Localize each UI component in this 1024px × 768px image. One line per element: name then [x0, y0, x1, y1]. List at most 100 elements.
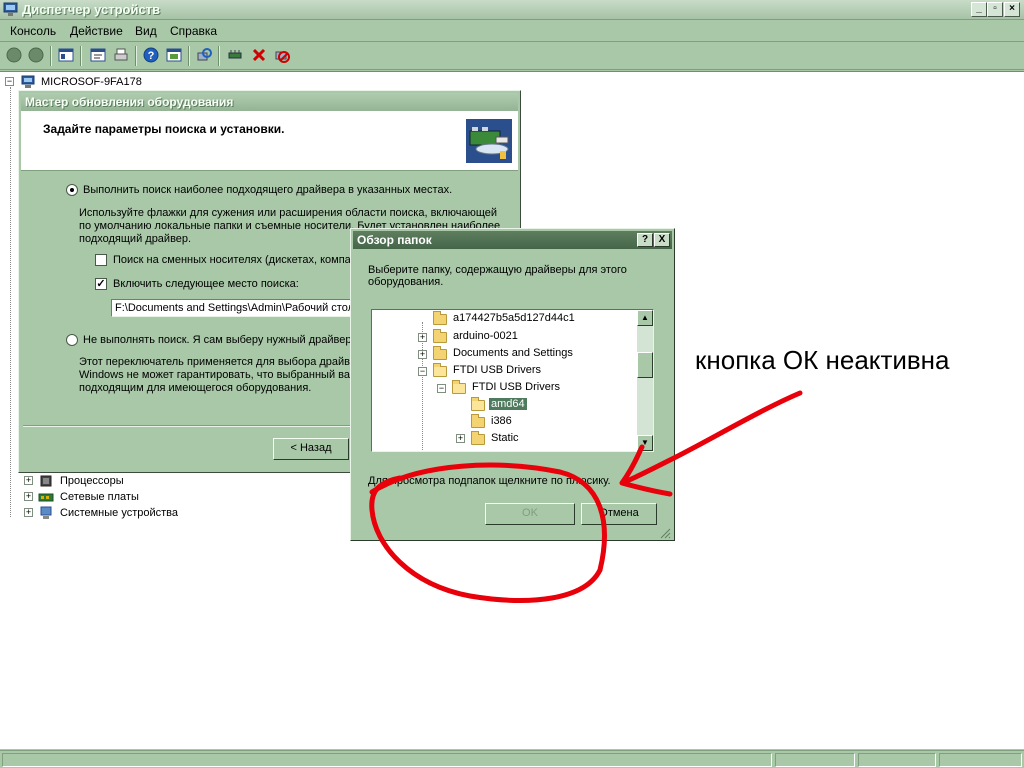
- folder-item[interactable]: FTDI USB Drivers: [453, 364, 541, 376]
- scan-hardware-icon[interactable]: [196, 47, 212, 63]
- browse-hint: Для просмотра подпапок щелкните по плюси…: [368, 475, 611, 487]
- toolbar-separator: [135, 46, 137, 66]
- title-bar: Диспетчер устройств _ ▫ ×: [0, 0, 1024, 20]
- removable-media-label: Поиск на сменных носителях (дискетах, ко…: [113, 254, 351, 266]
- folder-item[interactable]: FTDI USB Drivers: [472, 381, 560, 393]
- expand-processors-toggle[interactable]: +: [24, 476, 33, 485]
- choose-driver-manually-radio[interactable]: [66, 334, 78, 346]
- close-dialog-button[interactable]: X: [654, 233, 670, 247]
- search-location-input[interactable]: F:\Documents and Settings\Admin\Рабочий …: [111, 299, 351, 317]
- tree-item-system-devices[interactable]: Системные устройства: [60, 507, 178, 519]
- restore-button[interactable]: ▫: [987, 2, 1003, 17]
- help-button[interactable]: ?: [637, 233, 653, 247]
- toolbar-separator: [50, 46, 52, 66]
- wizard-header: Задайте параметры поиска и установки.: [21, 111, 518, 171]
- device-manager-icon: [3, 2, 18, 16]
- option1-description-line: Используйте флажки для сужения или расши…: [79, 207, 498, 219]
- browse-prompt-line: оборудования.: [368, 276, 444, 288]
- option2-description-line: Windows не может гарантировать, что выбр…: [79, 369, 350, 381]
- close-button[interactable]: ×: [1004, 2, 1020, 17]
- console-window-icon[interactable]: [166, 47, 182, 63]
- option1-description-line: подходящий драйвер.: [79, 233, 192, 245]
- folder-item-selected[interactable]: amd64: [489, 398, 527, 410]
- system-devices-icon: [40, 506, 52, 519]
- collapse-root-toggle[interactable]: −: [5, 77, 14, 86]
- annotation-text: кнопка ОК неактивна: [695, 345, 950, 375]
- choose-driver-manually-label: Не выполнять поиск. Я сам выберу нужный …: [83, 334, 352, 346]
- wizard-title: Мастер обновления оборудования: [25, 95, 234, 109]
- collapse-folder-toggle[interactable]: −: [418, 367, 427, 376]
- update-driver-icon[interactable]: [228, 47, 244, 63]
- option2-description-line: Этот переключатель применяется для выбор…: [79, 356, 363, 368]
- window-title: Диспетчер устройств: [22, 2, 161, 17]
- scroll-up-arrow[interactable]: ▲: [637, 310, 653, 326]
- folder-icon: [433, 329, 447, 343]
- cancel-button[interactable]: Отмена: [581, 503, 657, 525]
- folder-item[interactable]: i386: [491, 415, 512, 427]
- option2-description-line: подходящим для имеющегося оборудования.: [79, 382, 312, 394]
- uninstall-icon[interactable]: [251, 47, 267, 63]
- open-folder-icon: [433, 363, 447, 377]
- resize-grip-icon[interactable]: [659, 527, 671, 539]
- browse-title: Обзор папок: [357, 233, 432, 247]
- toolbar-separator: [80, 46, 82, 66]
- tree-line: [10, 87, 11, 517]
- browse-for-folder-dialog: Обзор папок ? X Выберите папку, содержащ…: [350, 228, 675, 541]
- scroll-thumb[interactable]: [637, 352, 653, 378]
- expand-folder-toggle[interactable]: +: [418, 333, 427, 342]
- expand-network-toggle[interactable]: +: [24, 492, 33, 501]
- folder-item[interactable]: a174427b5a5d127d44c1: [453, 312, 575, 324]
- status-cell: [858, 753, 936, 767]
- status-bar: [0, 750, 1024, 768]
- back-button[interactable]: < Назад: [273, 438, 349, 460]
- scroll-down-arrow[interactable]: ▼: [637, 435, 653, 451]
- tree-item-processors[interactable]: Процессоры: [60, 475, 124, 487]
- search-best-driver-label: Выполнить поиск наиболее подходящего дра…: [83, 184, 453, 196]
- svg-text:?: ?: [148, 50, 155, 62]
- help-icon[interactable]: ?: [143, 47, 159, 63]
- collapse-folder-toggle[interactable]: −: [437, 384, 446, 393]
- folder-icon: [433, 346, 447, 360]
- back-icon[interactable]: [6, 47, 22, 63]
- folder-icon: [471, 431, 485, 445]
- folder-icon: [433, 311, 447, 325]
- folder-icon: [471, 414, 485, 428]
- folder-item[interactable]: Static: [491, 432, 519, 444]
- browse-title-bar: Обзор папок ? X: [353, 231, 672, 249]
- status-cell: [2, 753, 772, 767]
- expand-folder-toggle[interactable]: +: [418, 350, 427, 359]
- tree-root-computer[interactable]: MICROSOF-9FA178: [41, 76, 142, 88]
- toolbar-separator: [218, 46, 220, 66]
- menu-view[interactable]: Вид: [135, 24, 157, 38]
- menu-help[interactable]: Справка: [170, 24, 217, 38]
- tree-item-network-adapters[interactable]: Сетевые платы: [60, 491, 139, 503]
- menu-bar: Консоль Действие Вид Справка: [0, 20, 1024, 42]
- expand-system-devices-toggle[interactable]: +: [24, 508, 33, 517]
- toolbar: ?: [0, 42, 1024, 70]
- ok-button-disabled[interactable]: OK: [485, 503, 575, 525]
- hardware-wizard-icon: [466, 119, 512, 163]
- removable-media-checkbox[interactable]: [95, 254, 107, 266]
- menu-console[interactable]: Консоль: [10, 24, 56, 38]
- disable-device-icon[interactable]: [274, 47, 290, 63]
- open-folder-icon: [452, 380, 466, 394]
- forward-icon[interactable]: [28, 47, 44, 63]
- show-hide-console-tree-icon[interactable]: [58, 47, 74, 63]
- search-best-driver-radio[interactable]: [66, 184, 78, 196]
- open-folder-icon: [471, 397, 485, 411]
- wizard-title-bar: Мастер обновления оборудования: [21, 93, 518, 111]
- menu-action[interactable]: Действие: [70, 24, 123, 38]
- folder-item[interactable]: arduino-0021: [453, 330, 518, 342]
- minimize-button[interactable]: _: [971, 2, 987, 17]
- vertical-scrollbar[interactable]: ▲ ▼: [637, 310, 653, 451]
- expand-folder-toggle[interactable]: +: [456, 434, 465, 443]
- properties-icon[interactable]: [90, 47, 106, 63]
- wizard-heading: Задайте параметры поиска и установки.: [43, 122, 285, 136]
- include-location-checkbox[interactable]: ✓: [95, 278, 107, 290]
- status-cell: [939, 753, 1022, 767]
- folder-item[interactable]: Documents and Settings: [453, 347, 573, 359]
- folder-tree[interactable]: a174427b5a5d127d44c1 + arduino-0021 + Do…: [371, 309, 654, 452]
- print-icon[interactable]: [113, 47, 129, 63]
- processor-icon: [40, 475, 52, 487]
- computer-icon: [21, 75, 35, 88]
